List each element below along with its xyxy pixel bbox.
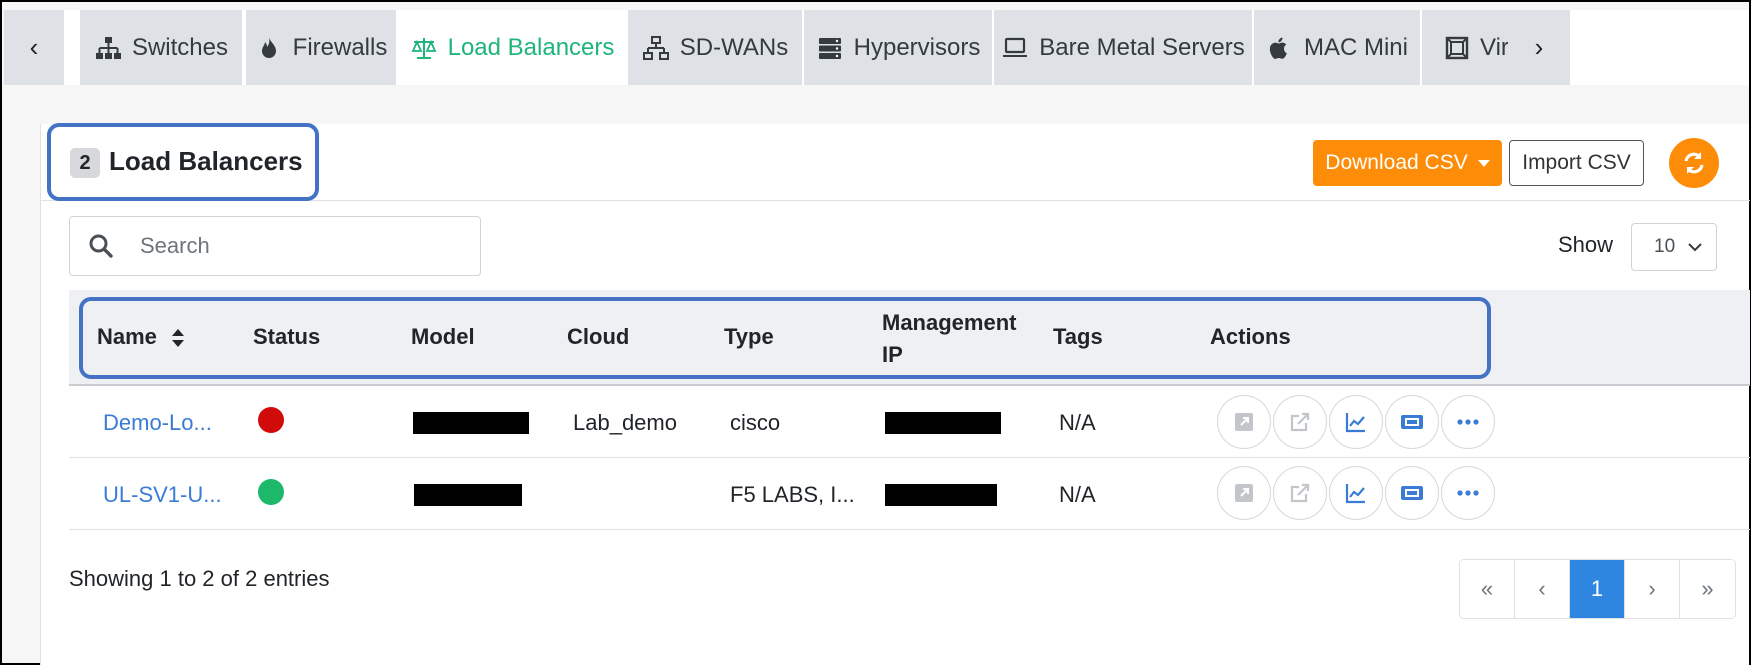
expand-button[interactable] (1217, 395, 1271, 449)
ticket-button[interactable] (1385, 466, 1439, 520)
tab-mac-mini-label: MAC Mini (1303, 33, 1408, 61)
ticket-icon (1401, 415, 1423, 429)
ticket-icon (1401, 486, 1423, 500)
more-icon (1457, 419, 1479, 425)
tab-load-balancers[interactable]: Load Balancers (398, 10, 626, 85)
tab-bare-metal-servers-label: Bare Metal Servers (1039, 33, 1245, 61)
tab-virtual[interactable]: Virtu (1422, 10, 1514, 85)
search-field[interactable]: Search (69, 216, 481, 276)
row-name-link[interactable]: Demo-Lo... (103, 410, 212, 436)
chart-line-icon (1345, 413, 1365, 433)
more-icon (1457, 490, 1479, 496)
chart-button[interactable] (1329, 395, 1383, 449)
redacted-model (413, 412, 529, 434)
external-link-icon (1290, 412, 1310, 432)
tabs-scroll-right-button[interactable]: › (1508, 10, 1570, 85)
page-1-button[interactable]: 1 (1570, 560, 1625, 618)
redacted-model (414, 484, 522, 506)
ticket-button[interactable] (1385, 395, 1439, 449)
tab-firewalls[interactable]: Firewalls (246, 10, 396, 85)
chevron-left-icon: ‹ (29, 32, 39, 62)
table-row: Demo-Lo... Lab_demo cisco N/A (69, 386, 1750, 458)
more-button[interactable] (1441, 395, 1495, 449)
tab-switches[interactable]: Switches (80, 10, 242, 85)
page-prev-button[interactable]: ‹ (1515, 560, 1570, 618)
search-icon (70, 233, 132, 259)
pagination: « ‹ 1 › » (1459, 559, 1736, 619)
status-indicator-down (258, 407, 284, 433)
expand-icon (1235, 484, 1253, 502)
apple-icon (1266, 34, 1294, 62)
flame-icon (255, 34, 283, 62)
refresh-icon (1684, 152, 1704, 174)
external-link-icon (1290, 483, 1310, 503)
download-csv-button[interactable]: Download CSV (1313, 140, 1502, 186)
caret-down-icon (1477, 159, 1490, 167)
row-cloud: Lab_demo (573, 410, 677, 435)
page-last-button[interactable]: » (1680, 560, 1735, 618)
tab-hypervisors[interactable]: Hypervisors (804, 10, 992, 85)
show-label: Show (1558, 232, 1614, 257)
tabs-scroll-left-button[interactable]: ‹ (4, 10, 64, 85)
expand-icon (1235, 413, 1253, 431)
page-first-button[interactable]: « (1460, 560, 1515, 618)
row-tags: N/A (1059, 482, 1096, 507)
open-external-button[interactable] (1273, 395, 1327, 449)
row-tags: N/A (1059, 410, 1096, 435)
tab-mac-mini[interactable]: MAC Mini (1254, 10, 1420, 85)
laptop-icon (1001, 34, 1029, 62)
download-csv-label: Download CSV (1325, 151, 1468, 174)
chart-button[interactable] (1329, 466, 1383, 520)
import-csv-button[interactable]: Import CSV (1509, 140, 1644, 186)
redacted-management-ip (885, 484, 997, 506)
sitemap-icon (642, 34, 670, 62)
header-highlight-box (79, 297, 1491, 379)
page-size-value: 10 (1654, 236, 1676, 257)
row-type: F5 LABS, I... (730, 482, 855, 507)
chevron-right-icon: › (1534, 32, 1544, 62)
open-external-button[interactable] (1273, 466, 1327, 520)
title-highlight-box (47, 123, 319, 201)
load-balancers-card: 2 Load Balancers Download CSV Import CSV (40, 123, 1750, 665)
table-row: UL-SV1-U... F5 LABS, I... N/A (69, 458, 1750, 530)
table-info: Showing 1 to 2 of 2 entries (69, 566, 330, 591)
chevron-down-icon (1688, 243, 1702, 252)
tab-bar: ‹ Switches Firewalls Load Balancers SD-W (4, 10, 1749, 85)
redacted-management-ip (885, 412, 1001, 434)
tab-load-balancers-label: Load Balancers (447, 33, 615, 61)
tab-switches-label: Switches (131, 33, 229, 61)
tab-bare-metal-servers[interactable]: Bare Metal Servers (994, 10, 1252, 85)
card-header: 2 Load Balancers Download CSV Import CSV (41, 123, 1750, 201)
refresh-button[interactable] (1669, 138, 1719, 188)
tab-firewalls-label: Firewalls (292, 33, 388, 61)
page-next-button[interactable]: › (1625, 560, 1680, 618)
page-size-select[interactable]: 10 (1631, 223, 1717, 271)
scale-icon (410, 34, 438, 62)
tab-sd-wans[interactable]: SD-WANs (628, 10, 802, 85)
network-icon (94, 34, 122, 62)
status-indicator-up (258, 479, 284, 505)
row-name-link[interactable]: UL-SV1-U... (103, 482, 222, 508)
app-frame: ‹ Switches Firewalls Load Balancers SD-W (0, 0, 1751, 665)
search-input[interactable]: Search (140, 233, 210, 259)
more-button[interactable] (1441, 466, 1495, 520)
server-icon (816, 34, 844, 62)
tab-hypervisors-label: Hypervisors (853, 33, 981, 61)
row-type: cisco (730, 410, 781, 435)
chart-line-icon (1345, 484, 1365, 504)
expand-button[interactable] (1217, 466, 1271, 520)
tab-sd-wans-label: SD-WANs (679, 33, 789, 61)
virtual-icon (1444, 34, 1470, 62)
